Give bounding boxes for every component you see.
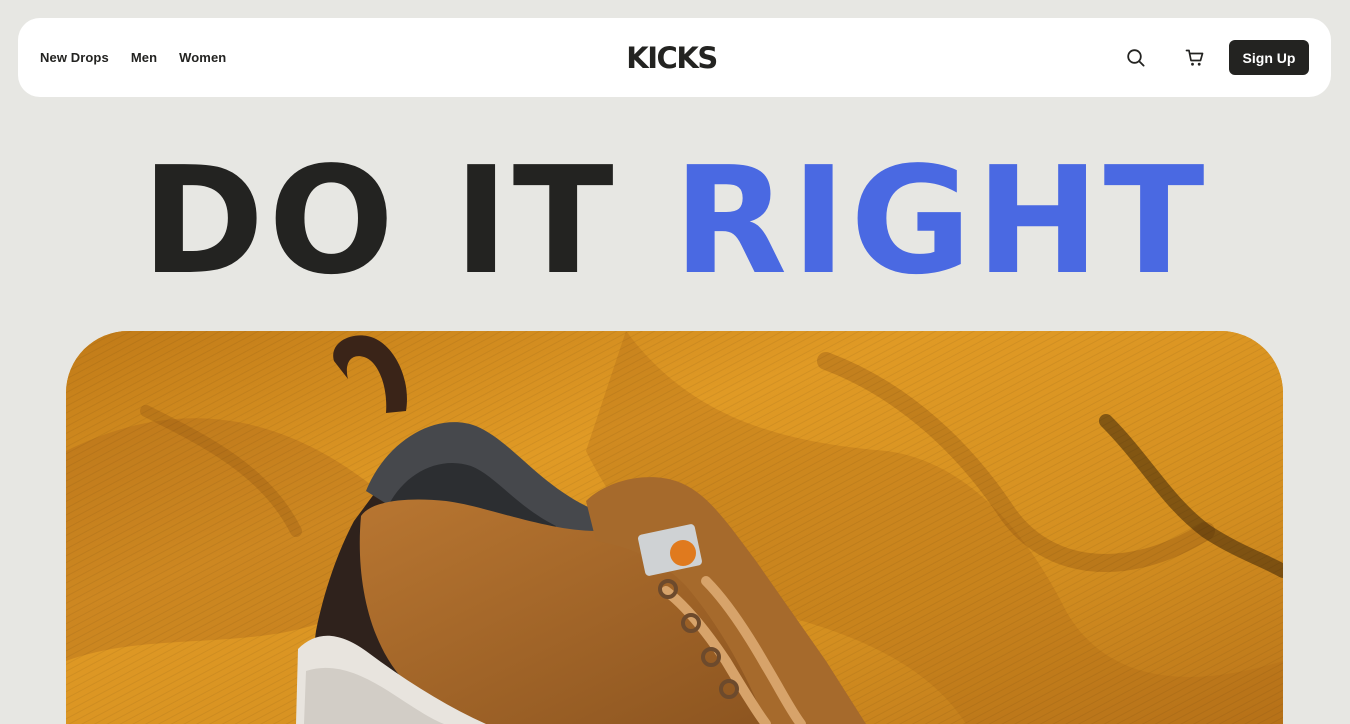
hero-headline-accent: RIGHT	[673, 135, 1209, 307]
search-icon	[1127, 48, 1145, 67]
sneaker-photo	[66, 331, 1283, 724]
hero-banner-image	[66, 331, 1283, 724]
nav-link-men[interactable]: Men	[131, 50, 157, 65]
kicks-logo[interactable]: KICKS	[626, 42, 717, 72]
hero-headline-dark: DO IT	[141, 135, 618, 307]
hero-headline: DO IT RIGHT	[0, 146, 1350, 296]
cart-icon	[1185, 49, 1204, 66]
nav-link-women[interactable]: Women	[179, 50, 226, 65]
nav-link-new-drops[interactable]: New Drops	[40, 50, 109, 65]
svg-text:KICKS: KICKS	[626, 42, 716, 72]
sign-up-button[interactable]: Sign Up	[1229, 40, 1309, 75]
search-button[interactable]	[1122, 44, 1150, 72]
top-navbar: New Drops Men Women KICKS Sign Up	[18, 18, 1331, 97]
kicks-logo-mark: KICKS	[626, 42, 717, 72]
primary-nav: New Drops Men Women	[40, 18, 226, 97]
nav-actions: Sign Up	[1122, 18, 1309, 97]
cart-button[interactable]	[1181, 44, 1209, 72]
